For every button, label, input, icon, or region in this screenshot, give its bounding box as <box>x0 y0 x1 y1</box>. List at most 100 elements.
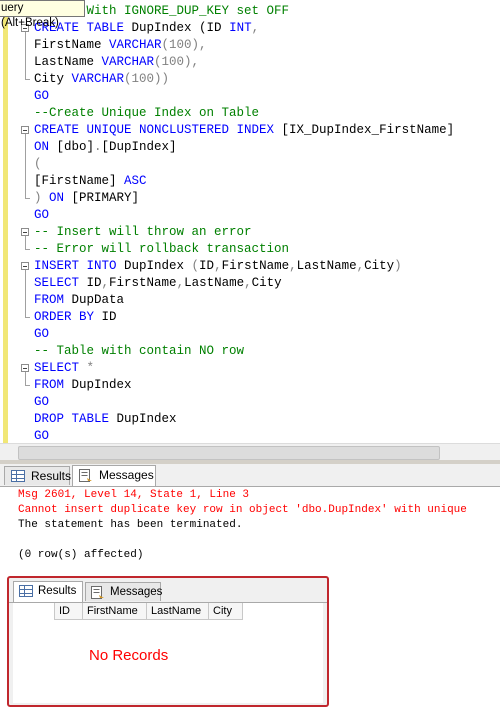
code-token: DupIndex <box>116 412 177 426</box>
execute-tooltip: uery (Alt+Break) <box>0 0 85 29</box>
code-token: , <box>101 276 110 290</box>
tab-results[interactable]: Results <box>4 466 72 485</box>
column-header-lastname[interactable]: LastName <box>147 603 209 620</box>
inset-tab-messages[interactable]: Messages <box>85 582 163 601</box>
code-token: -- Insert will throw an error <box>34 225 252 239</box>
code-line[interactable]: ON [dbo].[DupIndex] <box>34 139 177 156</box>
code-token: ID <box>199 259 215 273</box>
messages-icon <box>91 586 105 599</box>
code-line[interactable]: FirstName VARCHAR(100), <box>34 37 207 54</box>
code-token: (100), <box>154 55 200 69</box>
code-line[interactable]: -- Insert will throw an error <box>34 224 252 241</box>
results-tabbar: Results Messages <box>0 464 500 487</box>
code-token: ON <box>34 140 57 154</box>
outline-end <box>25 198 30 199</box>
grid-header-row: ID FirstName LastName City <box>17 603 243 620</box>
code-token: . <box>94 140 102 154</box>
outline-line <box>25 270 26 317</box>
code-token: ON <box>49 191 72 205</box>
code-token: , <box>244 276 252 290</box>
code-line[interactable]: GO <box>34 326 49 343</box>
code-token: -- Error will rollback transaction <box>34 242 290 256</box>
code-line[interactable]: LastName VARCHAR(100), <box>34 54 199 71</box>
code-token: FirstName <box>221 259 290 273</box>
code-line[interactable]: FROM DupData <box>34 292 124 309</box>
code-token: DupData <box>71 293 125 307</box>
code-line[interactable]: CREATE UNIQUE NONCLUSTERED INDEX [IX_Dup… <box>34 122 454 139</box>
code-token: INSERT INTO <box>34 259 125 273</box>
code-line[interactable]: SELECT * <box>34 360 94 377</box>
outline-end <box>25 317 30 318</box>
code-token: , <box>251 21 260 35</box>
code-line[interactable]: ORDER BY ID <box>34 309 117 326</box>
code-token: --Create Unique Index on Table <box>34 106 260 120</box>
code-token: [FirstName] <box>34 174 125 188</box>
code-line[interactable]: GO <box>34 394 49 411</box>
code-line[interactable]: SELECT ID,FirstName,LastName,City <box>34 275 282 292</box>
code-token: LastName <box>34 55 102 69</box>
query-editor[interactable]: on 1 - With IGNORE_DUP_KEY set OFF CREATE… <box>0 0 500 460</box>
code-line[interactable]: DROP TABLE DupIndex <box>34 411 177 428</box>
outline-end <box>25 249 30 250</box>
code-token: LastName <box>296 259 357 273</box>
code-token: CREATE UNIQUE NONCLUSTERED INDEX <box>34 123 282 137</box>
code-token: * <box>86 361 95 375</box>
error-detail: Cannot insert duplicate key row in objec… <box>18 504 467 516</box>
code-line[interactable]: FROM DupIndex <box>34 377 132 394</box>
code-token: , <box>289 259 297 273</box>
horizontal-scrollbar[interactable] <box>0 443 500 460</box>
code-line[interactable]: -- Table with contain NO row <box>34 343 244 360</box>
code-line[interactable]: GO <box>34 88 49 105</box>
code-token: ORDER BY <box>34 310 102 324</box>
code-token: (100)) <box>124 72 170 86</box>
column-header-firstname[interactable]: FirstName <box>83 603 147 620</box>
code-token: FirstName <box>34 38 110 52</box>
collapse-toggle-icon[interactable] <box>21 126 29 134</box>
code-line[interactable]: ( <box>34 156 42 173</box>
code-token: ID <box>101 310 117 324</box>
outline-end <box>25 79 30 80</box>
tab-results-label: Results <box>31 469 72 483</box>
collapse-toggle-icon[interactable] <box>21 262 29 270</box>
code-token: GO <box>34 208 50 222</box>
terminated-message: The statement has been terminated. <box>18 519 243 531</box>
code-line[interactable]: ) ON [PRIMARY] <box>34 190 139 207</box>
code-line[interactable]: GO <box>34 207 49 224</box>
code-token: SELECT <box>34 361 87 375</box>
code-token: [IX_DupIndex_FirstName] <box>281 123 455 137</box>
code-token: City <box>364 259 395 273</box>
error-header: Msg 2601, Level 14, State 1, Line 3 <box>18 489 250 501</box>
row-header-corner[interactable] <box>17 603 55 620</box>
code-line[interactable]: [FirstName] ASC <box>34 173 147 190</box>
code-token: DROP TABLE <box>34 412 117 426</box>
code-token: DupIndex (ID <box>131 21 230 35</box>
column-header-id[interactable]: ID <box>55 603 83 620</box>
code-token: , <box>356 259 365 273</box>
messages-icon <box>79 469 93 482</box>
code-line[interactable]: CREATE TABLE DupIndex (ID INT, <box>34 20 259 37</box>
scrollbar-thumb[interactable] <box>18 446 440 460</box>
code-token: LastName <box>184 276 245 290</box>
outline-line <box>25 236 26 249</box>
outline-end <box>25 385 30 386</box>
code-token: City <box>34 72 72 86</box>
code-line[interactable]: City VARCHAR(100)) <box>34 71 169 88</box>
highlighted-results-panel: Results Messages ID FirstName LastName C… <box>7 576 329 707</box>
code-token: VARCHAR <box>101 55 155 69</box>
collapse-toggle-icon[interactable] <box>21 364 29 372</box>
tab-messages-label: Messages <box>99 468 154 482</box>
inset-tab-messages-label: Messages <box>110 586 163 598</box>
inset-tab-results[interactable]: Results <box>13 581 83 602</box>
code-token: FirstName <box>109 276 177 290</box>
code-line[interactable]: -- Error will rollback transaction <box>34 241 289 258</box>
collapse-toggle-icon[interactable] <box>21 228 29 236</box>
code-token: ( <box>191 259 200 273</box>
tab-messages[interactable]: Messages <box>72 465 156 486</box>
code-token: VARCHAR <box>109 38 162 52</box>
results-grid[interactable]: ID FirstName LastName City No Records <box>13 603 323 703</box>
code-token: INT <box>229 21 252 35</box>
inset-tab-results-label: Results <box>38 585 77 597</box>
code-line[interactable]: --Create Unique Index on Table <box>34 105 259 122</box>
column-header-city[interactable]: City <box>209 603 243 620</box>
code-line[interactable]: INSERT INTO DupIndex (ID,FirstName,LastN… <box>34 258 402 275</box>
